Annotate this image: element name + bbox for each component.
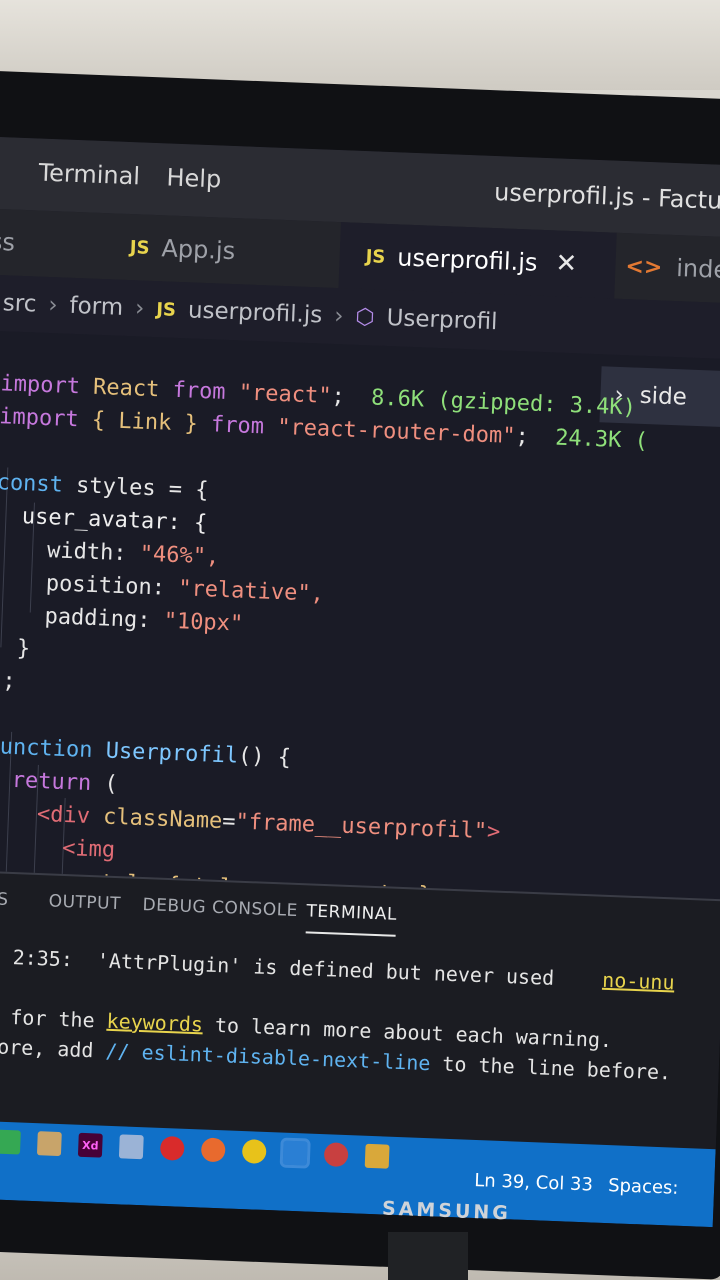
monitor-stand: [388, 1232, 468, 1280]
vscode-window: g Terminal Help userprofil.js - Factura …: [0, 136, 720, 1228]
code-token: import: [0, 404, 80, 433]
code-token: position:: [45, 571, 166, 601]
tab-label: App.js: [160, 234, 236, 266]
code-token: "react-router-dom": [276, 414, 516, 449]
terminal-text: Line 2:35: 'AttrPlugin' is defined but n…: [0, 942, 555, 990]
chrome-icon[interactable]: [241, 1139, 267, 1164]
code-token: "frame__userprofil": [235, 809, 488, 845]
tab-index-html[interactable]: <> index: [614, 233, 720, 305]
menu-item-go[interactable]: g: [0, 157, 2, 186]
terminal-text: // eslint-disable-next-line: [105, 1038, 431, 1076]
app-icon[interactable]: [364, 1143, 390, 1169]
bottom-panel: BLEMS OUTPUT DEBUG CONSOLE TERMINAL Line…: [0, 869, 720, 1152]
opera-icon[interactable]: [159, 1135, 185, 1161]
menu-item-terminal[interactable]: Terminal: [38, 159, 140, 191]
import-cost-label: 8.6K (gzipped: 3.4K): [370, 385, 637, 421]
tab-userprofil-js[interactable]: JS userprofil.js ✕: [338, 222, 617, 299]
folder-icon[interactable]: [118, 1134, 144, 1160]
cursor-position[interactable]: Ln 39, Col 33: [474, 1170, 593, 1196]
breadcrumb-file[interactable]: userprofil.js: [187, 297, 322, 328]
tab-problems[interactable]: BLEMS: [0, 888, 9, 910]
code-token: <img: [61, 835, 116, 863]
breadcrumb-src[interactable]: src: [2, 290, 37, 317]
code-token: "46%",: [139, 541, 220, 570]
tab-label: ss: [0, 227, 16, 257]
symbol-cube-icon: ⬡: [354, 304, 376, 331]
html-file-icon: <>: [625, 253, 663, 281]
import-cost-label: 24.3K (: [554, 425, 649, 455]
chevron-right-icon: ›: [134, 295, 145, 322]
js-file-icon: JS: [155, 298, 177, 321]
terminal-text: arch for the: [9, 1005, 96, 1033]
app-icon[interactable]: [323, 1142, 349, 1168]
indentation-setting[interactable]: Spaces:: [608, 1175, 679, 1199]
code-token: className: [102, 804, 223, 835]
code-token: "relative",: [177, 576, 325, 607]
code-token: padding:: [44, 604, 151, 634]
code-token: styles = {: [75, 473, 209, 504]
terminal-text: to the line before.: [429, 1051, 672, 1085]
chevron-right-icon: ›: [47, 291, 59, 319]
code-token: user_avatar: {: [21, 504, 208, 537]
code-token: return: [11, 767, 92, 796]
js-file-icon: JS: [365, 245, 386, 268]
close-icon[interactable]: ✕: [555, 248, 578, 279]
code-token: from: [210, 412, 265, 440]
tab-output[interactable]: OUTPUT: [48, 891, 121, 914]
app-icon[interactable]: [36, 1131, 62, 1157]
code-token: =: [221, 809, 237, 835]
code-token: { Link }: [91, 407, 199, 437]
code-token: >: [486, 819, 501, 845]
code-token: () {: [237, 743, 292, 771]
tab-terminal[interactable]: TERMINAL: [305, 901, 398, 937]
xd-icon[interactable]: Xd: [77, 1132, 103, 1158]
tab-app-js[interactable]: JS App.js: [117, 214, 341, 288]
tab-label: index: [675, 254, 720, 285]
terminal-output[interactable]: Line 2:35: 'AttrPlugin' is defined but n…: [0, 940, 675, 1088]
breadcrumb-form[interactable]: form: [69, 293, 124, 321]
code-token: const: [0, 470, 64, 498]
code-content: import React from "react"; 8.6K (gzipped…: [0, 367, 650, 920]
code-token: }: [16, 636, 31, 662]
code-token: <div: [36, 801, 91, 829]
rule-link[interactable]: no-unu: [602, 968, 675, 995]
code-token: (: [103, 771, 119, 797]
tab-debug-console[interactable]: DEBUG CONSOLE: [142, 895, 298, 921]
code-token: Userprofil: [105, 738, 239, 769]
code-token: function: [0, 733, 93, 763]
js-file-icon: JS: [129, 236, 150, 259]
terminal-text: ignore, add: [0, 1033, 94, 1063]
tab-label: userprofil.js: [396, 243, 538, 277]
browser-icon[interactable]: [200, 1137, 226, 1163]
code-token: ;: [514, 424, 530, 450]
code-token: width:: [46, 538, 128, 567]
code-editor[interactable]: › side import React from "react"; 8.6K (…: [0, 329, 720, 909]
menu-item-help[interactable]: Help: [166, 163, 222, 193]
taskbar-icons: Ps Xd: [0, 1128, 407, 1169]
chat-icon[interactable]: [0, 1129, 21, 1155]
breadcrumb-symbol[interactable]: Userprofil: [386, 305, 498, 335]
code-token: from: [172, 377, 227, 405]
code-token: ;: [330, 383, 346, 410]
keywords-link[interactable]: keywords: [106, 1009, 203, 1037]
code-token: React: [92, 374, 160, 403]
code-token: };: [0, 667, 17, 694]
vscode-icon[interactable]: [279, 1137, 311, 1169]
code-token: "react": [238, 380, 332, 409]
code-token: "10px": [163, 608, 244, 637]
window-title: userprofil.js - Factura: [493, 178, 720, 216]
chevron-right-icon: ›: [333, 302, 344, 330]
tab-css[interactable]: ss: [0, 209, 99, 279]
code-token: import: [0, 371, 81, 400]
